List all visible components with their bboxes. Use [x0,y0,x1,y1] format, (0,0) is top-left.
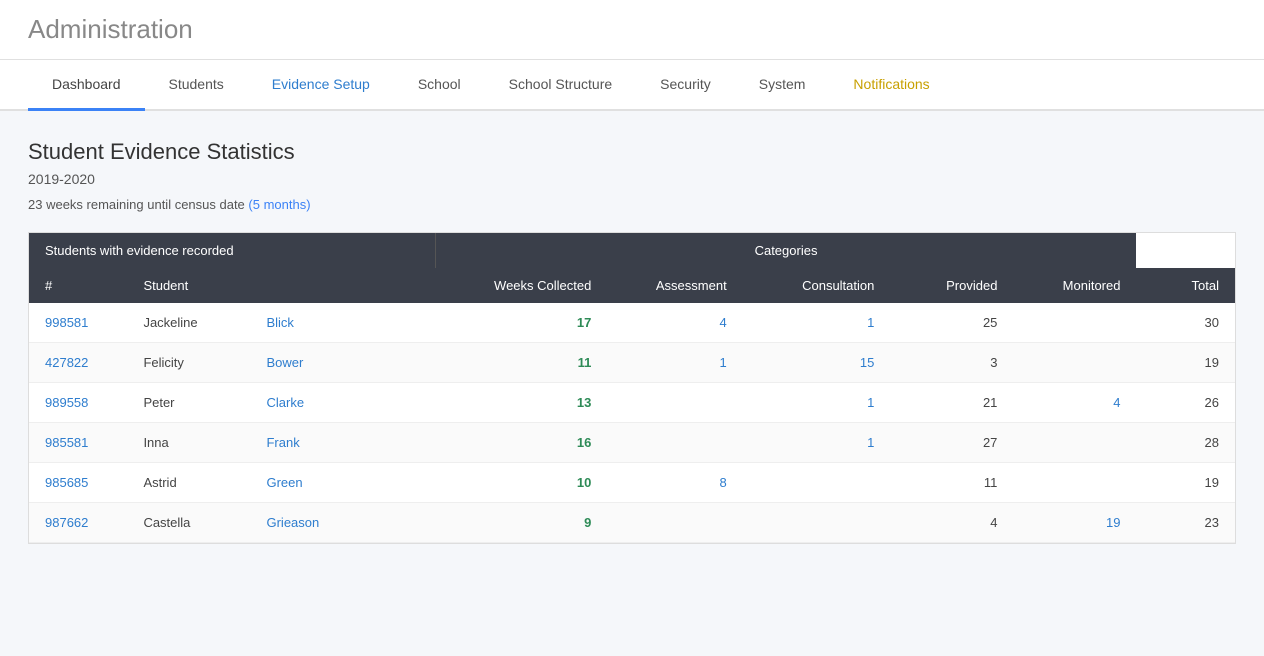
tab-dashboard[interactable]: Dashboard [28,60,145,111]
col-header-first: Student [127,268,250,303]
cell-total: 19 [1136,463,1235,503]
cell-first: Inna [127,423,250,463]
cell-weeks: 17 [435,303,607,343]
cell-id[interactable]: 985685 [29,463,127,503]
cell-first: Jackeline [127,303,250,343]
cell-consultation: 1 [743,303,891,343]
cell-total: 28 [1136,423,1235,463]
categories-header: Categories [435,233,1136,268]
cell-provided: 3 [890,343,1013,383]
cell-first: Astrid [127,463,250,503]
col-header-provided: Provided [890,268,1013,303]
cell-first: Felicity [127,343,250,383]
section-title: Student Evidence Statistics [28,139,1236,165]
tab-notifications[interactable]: Notifications [829,60,953,111]
cell-id[interactable]: 985581 [29,423,127,463]
col-header-last [250,268,435,303]
statistics-table: Students with evidence recorded Categori… [29,233,1235,543]
data-table-container: Students with evidence recorded Categori… [28,232,1236,544]
table-row: 985581InnaFrank16 127 28 [29,423,1235,463]
cell-weeks: 16 [435,423,607,463]
cell-consultation: 15 [743,343,891,383]
cell-last[interactable]: Grieason [250,503,435,543]
cell-id[interactable]: 989558 [29,383,127,423]
cell-total: 30 [1136,303,1235,343]
table-row: 989558PeterClarke13 121426 [29,383,1235,423]
cell-consultation [743,463,891,503]
cell-assessment: 4 [607,303,742,343]
cell-monitored [1013,343,1136,383]
census-text: 23 weeks remaining until census date [28,197,245,212]
cell-weeks: 13 [435,383,607,423]
cell-first: Castella [127,503,250,543]
table-row: 987662CastellaGrieason9 41923 [29,503,1235,543]
cell-consultation: 1 [743,383,891,423]
cell-monitored [1013,303,1136,343]
cell-provided: 11 [890,463,1013,503]
col-header-id: # [29,268,127,303]
section-header: Students with evidence recorded [29,233,435,268]
year-label: 2019-2020 [28,171,1236,187]
cell-consultation: 1 [743,423,891,463]
table-row: 998581JackelineBlick174125 30 [29,303,1235,343]
cell-provided: 4 [890,503,1013,543]
cell-last[interactable]: Bower [250,343,435,383]
cell-assessment [607,383,742,423]
census-months: (5 months) [248,197,310,212]
cell-id[interactable]: 998581 [29,303,127,343]
top-bar: Administration [0,0,1264,60]
page-title: Administration [28,14,1236,45]
cell-assessment [607,423,742,463]
table-row: 427822FelicityBower11115319 [29,343,1235,383]
main-content: Student Evidence Statistics 2019-2020 23… [0,111,1264,544]
tab-students[interactable]: Students [145,60,248,111]
cell-first: Peter [127,383,250,423]
col-header-monitored: Monitored [1013,268,1136,303]
cell-total: 19 [1136,343,1235,383]
tab-school-structure[interactable]: School Structure [485,60,637,111]
cell-last[interactable]: Green [250,463,435,503]
cell-weeks: 10 [435,463,607,503]
cell-total: 26 [1136,383,1235,423]
cell-assessment: 8 [607,463,742,503]
cell-id[interactable]: 987662 [29,503,127,543]
tab-evidence-setup[interactable]: Evidence Setup [248,60,394,111]
table-row: 985685AstridGreen108 11 19 [29,463,1235,503]
tab-security[interactable]: Security [636,60,735,111]
cell-assessment: 1 [607,343,742,383]
cell-last[interactable]: Clarke [250,383,435,423]
cell-last[interactable]: Blick [250,303,435,343]
col-header-assessment: Assessment [607,268,742,303]
cell-weeks: 9 [435,503,607,543]
cell-monitored [1013,463,1136,503]
col-header-weeks: Weeks Collected [435,268,607,303]
nav-tabs: Dashboard Students Evidence Setup School… [0,60,1264,111]
cell-id[interactable]: 427822 [29,343,127,383]
cell-last[interactable]: Frank [250,423,435,463]
tab-system[interactable]: System [735,60,830,111]
cell-provided: 21 [890,383,1013,423]
census-notice: 23 weeks remaining until census date (5 … [28,197,1236,212]
cell-consultation [743,503,891,543]
tab-school[interactable]: School [394,60,485,111]
cell-monitored: 4 [1013,383,1136,423]
cell-total: 23 [1136,503,1235,543]
cell-weeks: 11 [435,343,607,383]
col-header-total: Total [1136,268,1235,303]
cell-assessment [607,503,742,543]
cell-monitored [1013,423,1136,463]
cell-provided: 27 [890,423,1013,463]
cell-provided: 25 [890,303,1013,343]
cell-monitored: 19 [1013,503,1136,543]
col-header-consultation: Consultation [743,268,891,303]
